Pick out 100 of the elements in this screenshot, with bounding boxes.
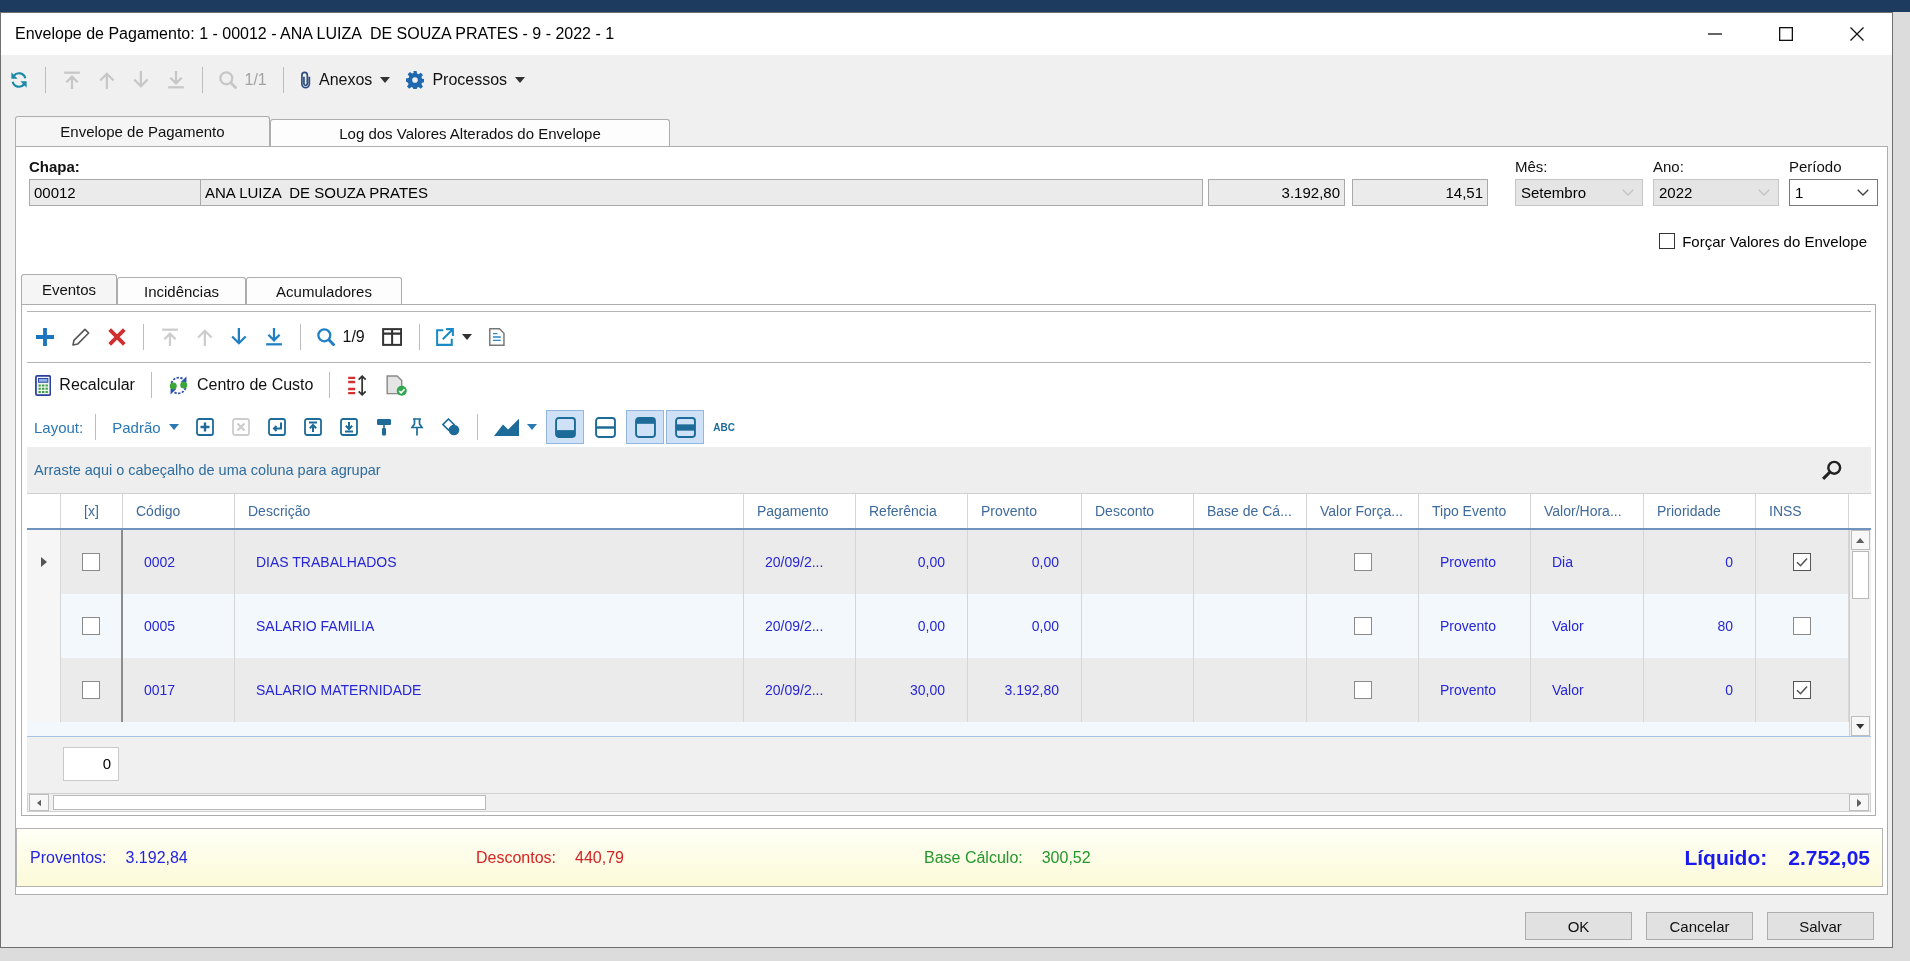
tab[interactable]: Envelope de Pagamento (15, 116, 270, 146)
scrollbar-thumb[interactable] (1852, 551, 1869, 599)
arrow-to-bottom-icon[interactable] (264, 328, 283, 346)
scroll-down-icon (1856, 723, 1865, 729)
checkbox[interactable] (1353, 681, 1372, 699)
attachments-button[interactable]: Anexos (295, 64, 395, 95)
plus-box-icon[interactable] (195, 418, 214, 436)
refresh-icon[interactable] (10, 70, 28, 89)
sort-icon[interactable] (347, 374, 369, 396)
paint-roller-icon[interactable] (375, 418, 392, 436)
layout-preset-menu[interactable]: Padrão (108, 412, 183, 442)
field-label: Ano: (1653, 157, 1685, 177)
columns-icon[interactable] (381, 328, 402, 346)
employee-id-field[interactable]: 00012 (29, 179, 201, 206)
recalculate-button[interactable]: Recalcular (31, 370, 139, 400)
search-icon (218, 70, 237, 89)
table-row[interactable]: 0005 SALARIO FAMILIA 20/09/2... 0,00 0,00 Provento Valor 80 (27, 594, 1849, 658)
dialog-button[interactable]: OK (1525, 912, 1632, 940)
search-icon (316, 328, 335, 346)
tab[interactable]: Incidências (117, 277, 246, 304)
caret-icon (462, 334, 472, 340)
plus-icon[interactable] (36, 328, 54, 346)
up-box-icon[interactable] (303, 418, 322, 436)
checkbox[interactable] (1793, 617, 1811, 635)
search-icon[interactable] (1822, 460, 1842, 480)
close-icon (1849, 27, 1864, 41)
split-rows-icon (594, 416, 616, 438)
column-header[interactable]: Base de Cá... (1194, 494, 1307, 528)
coins-arrows-icon (167, 374, 189, 396)
top-panel-icon (634, 416, 656, 438)
gear-icon (406, 70, 425, 89)
pushpin-icon[interactable] (409, 418, 424, 436)
checkbox[interactable] (1659, 233, 1676, 249)
column-header[interactable]: Descrição (235, 494, 744, 528)
total-value: 300,52 (1041, 848, 1091, 867)
tab[interactable]: Log dos Valores Alterados do Envelope (270, 119, 670, 146)
view-toggle-button[interactable] (626, 410, 665, 444)
calculator-icon (35, 374, 52, 396)
checkbox[interactable] (1793, 681, 1811, 699)
caret-icon (380, 76, 391, 83)
cost-center-button[interactable]: Centro de Custo (163, 370, 318, 400)
column-header[interactable]: Referência (856, 494, 968, 528)
group-by-hint: Arraste aqui o cabeçalho de uma coluna para agrupar (34, 462, 381, 478)
checkbox[interactable] (1793, 553, 1811, 571)
paperclip-icon (299, 70, 311, 89)
table-row[interactable]: 0002 DIAS TRABALHADOS 20/09/2... 0,00 0,00 Provento Dia 0 (27, 530, 1849, 594)
view-toggle-button[interactable] (666, 410, 705, 444)
column-header[interactable]: Código (123, 494, 235, 528)
checkbox[interactable] (1353, 553, 1372, 571)
tab[interactable]: Eventos (21, 274, 117, 304)
column-header[interactable]: [x] (61, 494, 123, 528)
arrow-down-icon[interactable] (230, 328, 247, 346)
checkbox[interactable] (82, 553, 100, 571)
tab[interactable]: Acumuladores (246, 277, 402, 304)
checkbox-label: Forçar Valores do Envelope (1682, 232, 1867, 250)
column-header[interactable]: Valor/Hora... (1531, 494, 1644, 528)
pencil-icon[interactable] (72, 328, 90, 346)
checkbox[interactable] (82, 617, 100, 635)
column-header[interactable]: Pagamento (744, 494, 856, 528)
checkbox[interactable] (1353, 617, 1372, 635)
scroll-down-button[interactable] (1851, 716, 1870, 736)
employee-name-field[interactable]: ANA LUIZA DE SOUZA PRATES (201, 179, 1203, 206)
column-header[interactable]: Tipo Evento (1419, 494, 1531, 528)
document-icon[interactable] (489, 328, 505, 346)
chevron-down-icon (1758, 189, 1770, 196)
cross-icon[interactable] (108, 328, 126, 346)
horizontal-scrollbar[interactable] (27, 793, 1871, 812)
processes-button[interactable]: Processos (402, 64, 530, 95)
check-icon (1796, 557, 1808, 567)
scrollbar-thumb[interactable] (53, 795, 486, 810)
column-header[interactable]: Prioridade (1644, 494, 1756, 528)
scroll-left-button[interactable] (29, 794, 49, 811)
dialog-button[interactable]: Cancelar (1646, 912, 1753, 940)
dropdown-field[interactable]: 1 (1789, 179, 1878, 206)
return-box-icon[interactable] (267, 418, 286, 436)
text-style-button[interactable]: ABC (709, 412, 739, 442)
dialog-button[interactable]: Salvar (1767, 912, 1874, 940)
down-box-icon[interactable] (339, 418, 358, 436)
export-icon (436, 328, 454, 346)
bottom-panel-icon (554, 416, 576, 438)
total-value: 3.192,84 (125, 848, 188, 867)
chevron-down-icon (1622, 189, 1634, 196)
scroll-right-button[interactable] (1849, 794, 1869, 811)
column-header[interactable]: Desconto (1082, 494, 1194, 528)
search-button[interactable]: 1/9 (312, 322, 369, 352)
shapes-icon[interactable] (441, 418, 460, 436)
column-header[interactable]: Valor Força... (1307, 494, 1419, 528)
total-label: Descontos: (476, 848, 557, 867)
column-header[interactable]: INSS (1756, 494, 1849, 528)
caret-icon (515, 76, 526, 83)
checkbox[interactable] (82, 681, 100, 699)
scroll-up-button[interactable] (1851, 530, 1870, 550)
view-toggle-button[interactable] (546, 410, 585, 444)
value-field[interactable]: 14,51 (1352, 179, 1488, 206)
toolbar-label: Layout: (33, 418, 85, 436)
table-row[interactable]: 0017 SALARIO MATERNIDADE 20/09/2... 30,00 3.192,80 Provento Valor 0 (27, 658, 1849, 722)
vertical-scrollbar[interactable] (1849, 530, 1871, 736)
value-field[interactable]: 3.192,80 (1208, 179, 1345, 206)
column-header[interactable]: Provento (968, 494, 1082, 528)
document-check-icon[interactable] (386, 374, 408, 396)
